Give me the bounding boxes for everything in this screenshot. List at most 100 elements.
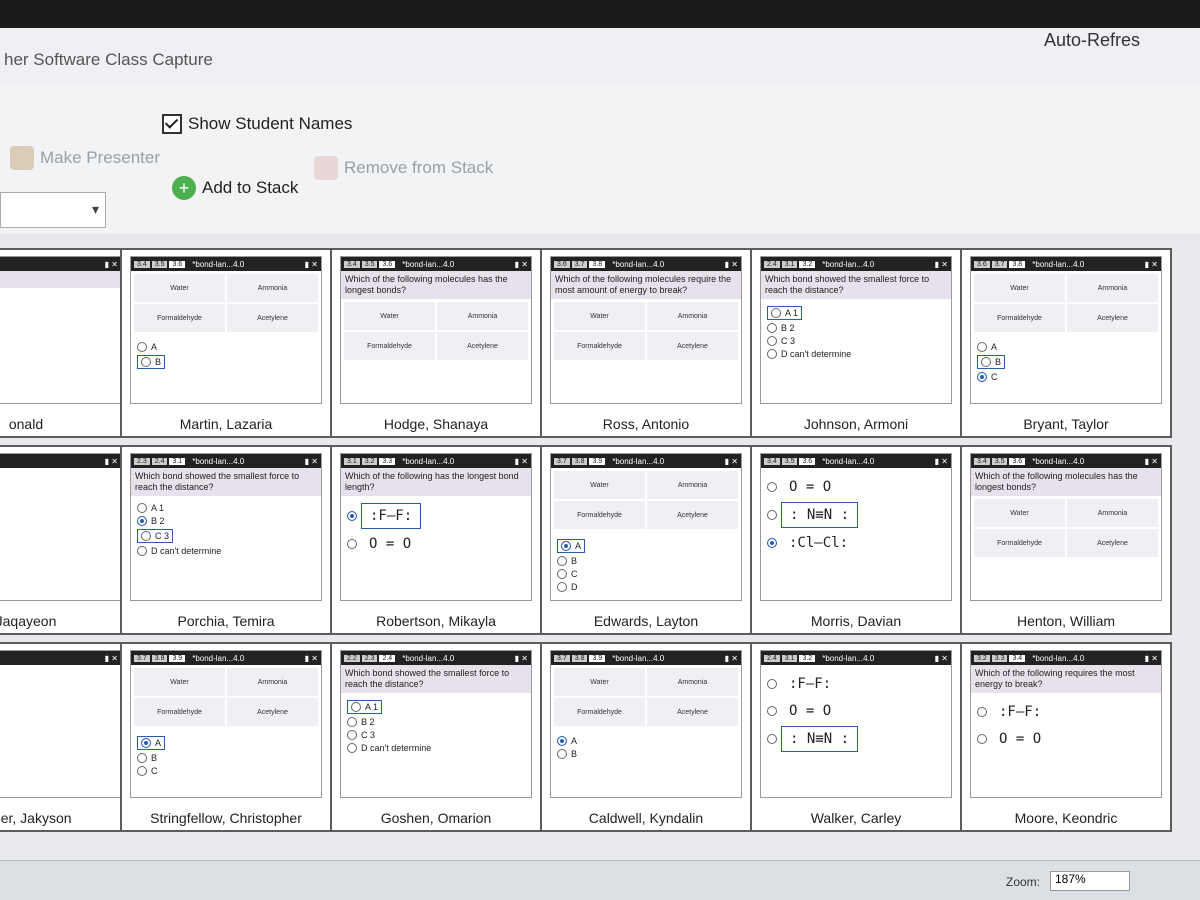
student-tile[interactable]: 3.7 3.8 3.9 *bond-lan...4.0 ▮ ✕ Water Ammonia F… xyxy=(540,642,752,832)
answer-option[interactable]: A xyxy=(137,342,315,352)
class-select-dropdown[interactable]: ▾ xyxy=(0,192,106,228)
answer-option[interactable]: C xyxy=(557,569,735,579)
radio-button[interactable] xyxy=(137,753,147,763)
student-tile[interactable]: ▮ ✕ arper, Jakyson xyxy=(0,642,132,832)
answer-option[interactable]: C 3 xyxy=(767,336,945,346)
radio-button[interactable] xyxy=(977,734,987,744)
student-tile[interactable]: 3.4 3.5 3.6 *bond-lan...4.0 ▮ ✕ Which of the … xyxy=(330,248,542,438)
radio-button[interactable] xyxy=(561,541,571,551)
student-tile[interactable]: 3.1 3.2 3.3 *bond-lan...4.0 ▮ ✕ Which of the … xyxy=(330,445,542,635)
radio-button[interactable] xyxy=(137,546,147,556)
answer-option[interactable]: B xyxy=(137,355,166,369)
option-label: B xyxy=(151,753,158,763)
radio-button[interactable] xyxy=(771,308,781,318)
radio-button[interactable] xyxy=(977,707,987,717)
radio-button[interactable] xyxy=(767,706,777,716)
radio-button[interactable] xyxy=(557,736,567,746)
answer-option[interactable]: D can't determine xyxy=(347,743,525,753)
answer-option[interactable]: A xyxy=(977,342,1155,352)
page-tabs: 3.7 3.8 3.9 xyxy=(554,457,606,465)
student-tile[interactable]: 3.4 3.5 3.6 *bond-lan...4.0 ▮ ✕ Water Ammonia F… xyxy=(120,248,332,438)
answer-option[interactable]: B xyxy=(137,753,315,763)
auto-refresh-label[interactable]: Auto-Refres xyxy=(1044,30,1140,51)
radio-button[interactable] xyxy=(557,582,567,592)
radio-button[interactable] xyxy=(977,342,987,352)
answer-option[interactable]: C xyxy=(977,372,1155,382)
student-tile[interactable]: 3.7 3.8 3.9 *bond-lan...4.0 ▮ ✕ Water Ammonia F… xyxy=(540,445,752,635)
student-tile[interactable]: 2.4 3.1 3.2 *bond-lan...4.0 ▮ ✕:F–F: O = O: N… xyxy=(750,642,962,832)
student-tile[interactable]: 3.4 3.5 3.6 *bond-lan...4.0 ▮ ✕ Which of the … xyxy=(960,445,1172,635)
radio-button[interactable] xyxy=(557,556,567,566)
student-tile[interactable]: 3.2 3.3 3.4 *bond-lan...4.0 ▮ ✕ Which of the … xyxy=(960,642,1172,832)
answer-option[interactable]: O = O xyxy=(767,475,945,499)
radio-button[interactable] xyxy=(767,510,777,520)
radio-button[interactable] xyxy=(557,569,567,579)
radio-button[interactable] xyxy=(767,734,777,744)
student-tile[interactable]: 2.4 3.1 3.2 *bond-lan...4.0 ▮ ✕ Which bond sh… xyxy=(750,248,962,438)
student-tile[interactable]: 2.3 2.4 3.1 *bond-lan...4.0 ▮ ✕ Which bond sh… xyxy=(120,445,332,635)
answer-option[interactable]: C 3 xyxy=(347,730,525,740)
radio-button[interactable] xyxy=(347,717,357,727)
answer-option[interactable]: B xyxy=(977,355,1006,369)
radio-button[interactable] xyxy=(347,730,357,740)
answer-option[interactable]: O = O xyxy=(977,727,1155,751)
answer-option[interactable]: C xyxy=(137,766,315,776)
answer-option[interactable]: A xyxy=(137,736,166,750)
radio-button[interactable] xyxy=(557,749,567,759)
radio-button[interactable] xyxy=(137,516,147,526)
radio-button[interactable] xyxy=(351,702,361,712)
answer-option[interactable]: : N≡N : xyxy=(767,726,945,752)
radio-button[interactable] xyxy=(767,482,777,492)
radio-button[interactable] xyxy=(767,679,777,689)
radio-button[interactable] xyxy=(347,743,357,753)
radio-button[interactable] xyxy=(137,503,147,513)
student-tile[interactable]: 3.6 3.7 3.8 *bond-lan...4.0 ▮ ✕ Which of the … xyxy=(540,248,752,438)
student-tile[interactable]: 3.4 3.5 3.6 *bond-lan...4.0 ▮ ✕ O = O: N≡N ::… xyxy=(750,445,962,635)
answer-option[interactable]: D xyxy=(557,582,735,592)
student-tile[interactable]: ▮ ✕ Jaqayeon xyxy=(0,445,132,635)
show-names-checkbox[interactable] xyxy=(162,114,182,134)
radio-button[interactable] xyxy=(767,538,777,548)
student-tile[interactable]: 3.6 3.7 3.8 *bond-lan...4.0 ▮ ✕ Water Ammonia F… xyxy=(960,248,1172,438)
answer-option[interactable]: : N≡N : xyxy=(767,502,945,528)
radio-button[interactable] xyxy=(347,511,357,521)
answer-option[interactable]: :Cl–Cl: xyxy=(767,531,945,555)
answer-option[interactable]: O = O xyxy=(347,532,525,556)
answer-option[interactable]: A 1 xyxy=(137,503,315,513)
answer-option[interactable]: B 2 xyxy=(347,717,525,727)
show-student-names-toggle[interactable]: Show Student Names xyxy=(162,114,352,134)
radio-button[interactable] xyxy=(767,323,777,333)
student-tile[interactable]: 3.7 3.8 3.9 *bond-lan...4.0 ▮ ✕ Water Ammonia F… xyxy=(120,642,332,832)
answer-option[interactable]: D can't determine xyxy=(767,349,945,359)
radio-button[interactable] xyxy=(141,738,151,748)
answer-option[interactable]: :F–F: xyxy=(347,503,525,529)
answer-option[interactable]: C 3 xyxy=(137,529,174,543)
zoom-select[interactable]: 187% xyxy=(1050,871,1130,891)
radio-button[interactable] xyxy=(977,372,987,382)
answer-option[interactable]: O = O xyxy=(767,699,945,723)
answer-option[interactable]: :F–F: xyxy=(977,700,1155,724)
answer-option[interactable]: A 1 xyxy=(347,700,383,714)
radio-button[interactable] xyxy=(137,342,147,352)
answer-option[interactable]: B xyxy=(557,556,735,566)
answer-option[interactable]: A xyxy=(557,539,586,553)
answer-option[interactable]: B 2 xyxy=(137,516,315,526)
add-to-stack-button[interactable]: + Add to Stack xyxy=(172,176,298,200)
radio-button[interactable] xyxy=(347,539,357,549)
answer-option[interactable]: :F–F: xyxy=(767,672,945,696)
student-tile[interactable]: 2.2 2.3 2.4 *bond-lan...4.0 ▮ ✕ Which bond sh… xyxy=(330,642,542,832)
answer-option[interactable]: A xyxy=(557,736,735,746)
radio-button[interactable] xyxy=(767,349,777,359)
remove-from-stack-button[interactable]: Remove from Stack xyxy=(314,156,493,180)
radio-button[interactable] xyxy=(767,336,777,346)
radio-button[interactable] xyxy=(141,357,151,367)
answer-option[interactable]: B 2 xyxy=(767,323,945,333)
make-presenter-button[interactable]: Make Presenter xyxy=(10,146,160,170)
answer-option[interactable]: D can't determine xyxy=(137,546,315,556)
student-tile[interactable]: ▮ ✕ es the onald xyxy=(0,248,132,438)
radio-button[interactable] xyxy=(137,766,147,776)
answer-option[interactable]: A 1 xyxy=(767,306,803,320)
radio-button[interactable] xyxy=(141,531,151,541)
radio-button[interactable] xyxy=(981,357,991,367)
answer-option[interactable]: B xyxy=(557,749,735,759)
